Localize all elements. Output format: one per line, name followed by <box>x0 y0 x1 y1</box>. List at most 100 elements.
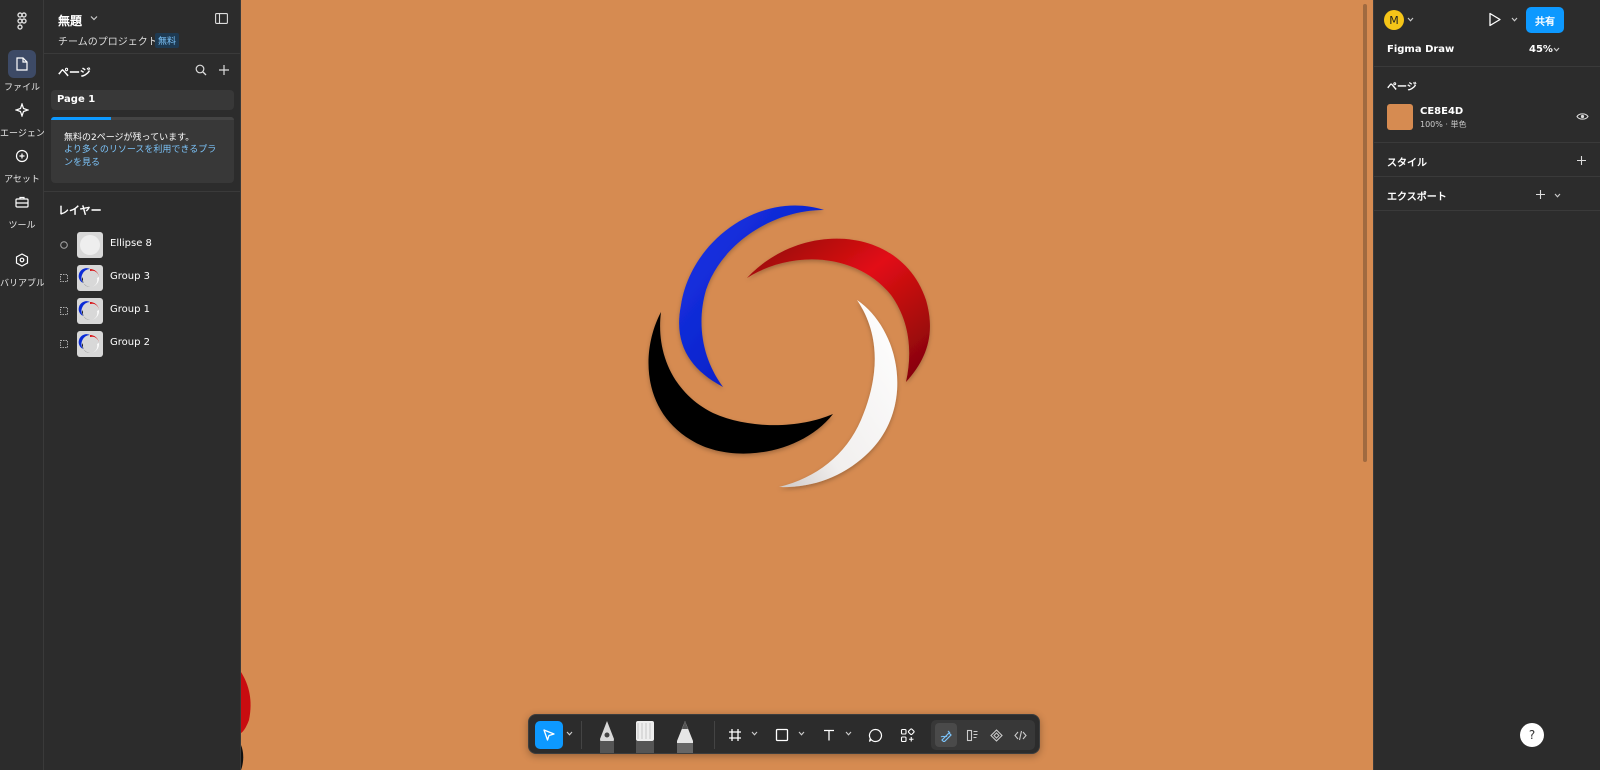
chevron-down-icon[interactable] <box>1407 17 1414 22</box>
left-icon-rail: ファイル エージェント アセット ツール バリアブル <box>0 0 44 770</box>
chevron-down-icon[interactable] <box>845 731 852 736</box>
vertical-scrollbar[interactable] <box>1363 4 1367 462</box>
share-button[interactable]: 共有 <box>1526 7 1564 33</box>
upgrade-plan-link[interactable]: より多くのリソースを利用できるプランを見る <box>64 144 224 170</box>
code-brackets-icon <box>1013 730 1027 740</box>
mode-label: Figma Draw <box>1387 44 1455 55</box>
comment-tool-button[interactable] <box>865 721 885 749</box>
red-swirl-shape[interactable] <box>747 238 930 382</box>
white-swirl-shape[interactable] <box>779 300 898 488</box>
add-style-icon[interactable] <box>1576 155 1587 166</box>
rail-item-assets[interactable]: アセット <box>0 142 44 185</box>
zoom-level[interactable]: 45% <box>1529 44 1553 55</box>
rail-item-label: ツール <box>8 221 36 231</box>
pencil-tool-button[interactable] <box>673 718 697 754</box>
figma-app: ファイル エージェント アセット ツール バリアブル 無題 チームのプロジェクト… <box>0 0 1600 770</box>
rail-item-label: バリアブル <box>0 279 44 289</box>
quota-progress-track <box>51 117 234 120</box>
add-page-icon[interactable] <box>218 64 230 76</box>
frame-tool-button[interactable] <box>725 721 745 749</box>
group-layer-icon <box>60 274 68 282</box>
chevron-down-icon[interactable] <box>90 15 98 21</box>
rail-item-tools[interactable]: ツール <box>0 188 44 231</box>
move-tool-button[interactable] <box>535 721 563 749</box>
chevron-down-icon[interactable] <box>1553 47 1560 52</box>
layer-row[interactable]: Group 3 <box>44 263 241 293</box>
quota-progress-fill <box>51 117 112 120</box>
agent-sparkle-icon <box>15 103 29 117</box>
pages-section-title: ページ <box>58 66 91 79</box>
layer-row[interactable]: Group 1 <box>44 296 241 326</box>
pencil-icon <box>677 721 693 753</box>
divider <box>44 191 241 192</box>
page-item[interactable]: Page 1 <box>51 90 234 110</box>
layer-row[interactable]: Group 2 <box>44 329 241 359</box>
assets-icon <box>15 149 29 163</box>
rail-item-label: ファイル <box>3 83 40 93</box>
divider <box>44 53 241 54</box>
divider <box>1374 176 1600 177</box>
layer-name: Group 1 <box>110 304 150 315</box>
text-tool-button[interactable] <box>819 721 839 749</box>
rail-item-variables[interactable]: バリアブル <box>0 246 44 289</box>
page-fill-swatch[interactable] <box>1387 104 1413 130</box>
prototype-mode-button[interactable] <box>985 723 1007 747</box>
export-section-title: エクスポート <box>1387 192 1447 203</box>
chevron-down-icon[interactable] <box>566 731 573 736</box>
play-icon[interactable] <box>1488 12 1502 27</box>
chevron-down-icon[interactable] <box>1554 193 1561 198</box>
plan-badge: 無料 <box>155 33 180 48</box>
actions-tool-button[interactable] <box>897 721 917 749</box>
design-layout-icon <box>966 729 977 741</box>
file-title[interactable]: 無題 <box>58 12 82 29</box>
page-fill-opacity: 100% · 単色 <box>1420 120 1467 129</box>
eye-icon[interactable] <box>1576 112 1589 121</box>
chevron-down-icon[interactable] <box>1511 17 1518 22</box>
component-diamond-icon <box>989 728 1003 742</box>
shape-tool-button[interactable] <box>772 721 792 749</box>
divider <box>714 721 715 749</box>
variables-icon <box>15 253 29 267</box>
help-button[interactable]: ? <box>1520 723 1544 747</box>
black-swirl-shape[interactable] <box>648 312 833 454</box>
design-mode-button[interactable] <box>961 723 983 747</box>
right-panel: M 共有 Figma Draw 45% ページ CE8E4D 100% · 単色… <box>1373 0 1600 770</box>
brush-tool-button[interactable] <box>633 718 657 754</box>
offscreen-red-shape[interactable] <box>241 672 251 733</box>
avatar[interactable]: M <box>1384 10 1404 30</box>
brush-icon <box>636 721 654 753</box>
draw-mode-button[interactable] <box>935 723 957 747</box>
pen-tool-button[interactable] <box>595 718 619 754</box>
left-panel: 無題 チームのプロジェクト 無料 ページ Page 1 無料の2ページが残ってい… <box>44 0 241 770</box>
group-layer-icon <box>60 307 68 315</box>
page-fill-hex[interactable]: CE8E4D <box>1420 106 1463 117</box>
chevron-down-icon[interactable] <box>751 731 758 736</box>
blue-swirl-shape[interactable] <box>679 205 824 387</box>
layer-thumbnail <box>77 265 103 291</box>
rail-item-agent[interactable]: エージェント <box>0 96 44 139</box>
cursor-arrow-icon <box>543 729 555 741</box>
apps-grid-icon <box>900 727 915 742</box>
page-quota-notice: 無料の2ページが残っています。 より多くのリソースを利用できるプランを見る <box>51 117 234 183</box>
divider <box>1374 66 1600 67</box>
figma-menu-icon[interactable] <box>13 12 31 30</box>
design-canvas[interactable] <box>241 0 1373 770</box>
layers-section-title: レイヤー <box>58 204 102 217</box>
styles-section-title: スタイル <box>1387 158 1427 169</box>
rail-item-label: エージェント <box>0 129 44 139</box>
quota-notice-text: 無料の2ページが残っています。 <box>64 133 195 143</box>
text-t-icon <box>824 729 834 741</box>
layer-name: Group 2 <box>110 337 150 348</box>
divider <box>1374 142 1600 143</box>
layer-thumbnail <box>77 331 103 357</box>
dev-mode-button[interactable] <box>1009 723 1031 747</box>
sidebar-toggle-icon[interactable] <box>215 13 228 24</box>
add-export-icon[interactable] <box>1535 189 1546 200</box>
search-icon[interactable] <box>195 64 207 76</box>
chevron-down-icon[interactable] <box>798 731 805 736</box>
offscreen-black-shape[interactable] <box>241 745 244 770</box>
project-name[interactable]: チームのプロジェクト <box>58 33 158 48</box>
layer-row[interactable]: Ellipse 8 <box>44 230 241 260</box>
swirl-artwork[interactable] <box>241 0 1373 770</box>
rail-item-file[interactable]: ファイル <box>0 50 44 93</box>
